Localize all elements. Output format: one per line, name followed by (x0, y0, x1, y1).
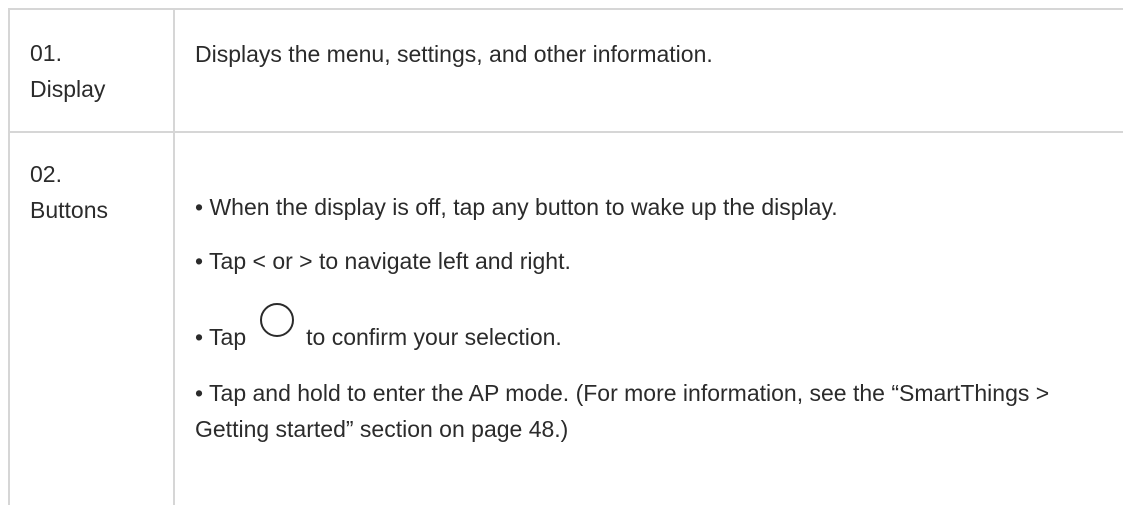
bullet-confirm-prefix: • Tap (195, 324, 247, 350)
bullet-navigate: • Tap < or > to navigate left and right. (195, 248, 571, 274)
row-description-cell: Displays the menu, settings, and other i… (173, 8, 1123, 133)
table-row-display: 01. Display Displays the menu, settings,… (8, 8, 1123, 133)
circle-icon (260, 303, 295, 337)
row-label-cell: 02. Buttons (8, 131, 175, 505)
spec-table: 01. Display Displays the menu, settings,… (8, 8, 1123, 505)
bullet-ap-mode: • Tap and hold to enter the AP mode. (Fo… (195, 380, 1050, 442)
row-description: Displays the menu, settings, and other i… (195, 41, 713, 67)
row-name: Buttons (30, 197, 108, 223)
row-number: 02. (30, 161, 62, 187)
row-description-cell: • When the display is off, tap any butto… (173, 131, 1123, 505)
bullet-confirm: • Tap to confirm your selection. (195, 303, 1123, 355)
row-name: Display (30, 76, 106, 102)
row-label-cell: 01. Display (8, 8, 175, 133)
bullet-confirm-suffix: to confirm your selection. (306, 324, 562, 350)
bullet-wake-display: • When the display is off, tap any butto… (195, 194, 838, 220)
table-row-buttons: 02. Buttons • When the display is off, t… (8, 131, 1123, 505)
row-number: 01. (30, 40, 62, 66)
